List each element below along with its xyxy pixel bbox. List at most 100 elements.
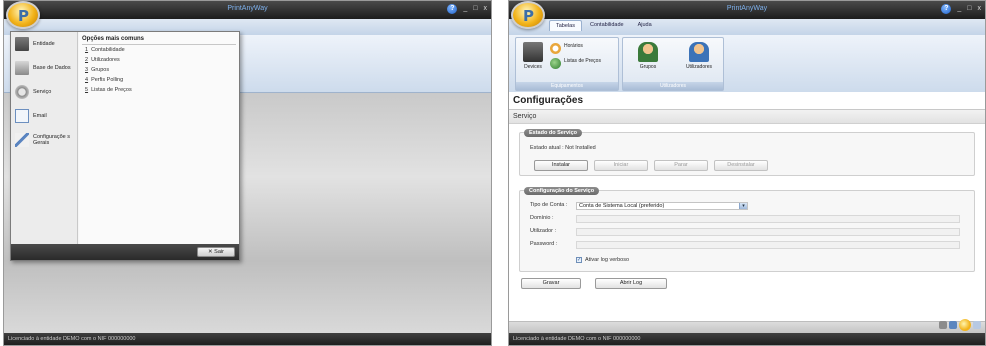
price-list-icon bbox=[550, 58, 561, 69]
panel-title: Estado do Serviço bbox=[524, 129, 582, 137]
install-button[interactable]: Instalar bbox=[534, 160, 588, 171]
recent-title: Opções mais comuns bbox=[82, 36, 236, 45]
service-status-row: Estado atual : Not Installed bbox=[530, 145, 596, 151]
close-button[interactable]: x bbox=[978, 4, 982, 14]
app-menu-item-label: Configuraçõe s Gerais bbox=[33, 134, 70, 146]
start-button[interactable]: Iniciar bbox=[594, 160, 648, 171]
ribbon-group-equipamentos: Devices Horários Listas de Preços Equipa… bbox=[515, 37, 619, 91]
service-state-panel: Estado do Serviço Estado atual : Not Ins… bbox=[519, 129, 975, 176]
panel-title: Configuração do Serviço bbox=[524, 187, 600, 195]
clock-icon bbox=[550, 43, 561, 54]
recent-item-label: Utilizadores bbox=[91, 57, 120, 63]
status-label: Estado atual : bbox=[530, 145, 564, 151]
recent-item[interactable]: 5 Listas de Preços bbox=[79, 85, 239, 95]
open-log-button[interactable]: Abrir Log bbox=[595, 278, 667, 289]
help-icon[interactable]: ? bbox=[447, 4, 458, 14]
recent-item-key: 4 bbox=[85, 77, 89, 83]
app-menu-left-pane: Entidade Base de Dados Serviço Email Con… bbox=[11, 32, 78, 246]
app-window-right: PrintAnyWay ? _ □ x Tabelas Contabilidad… bbox=[508, 0, 986, 346]
title-bar: PrintAnyWay ? _ □ x bbox=[4, 1, 491, 19]
exit-label: Sair bbox=[214, 249, 224, 255]
section-header: Serviço bbox=[509, 110, 985, 124]
recent-item-label: Perfis Polling bbox=[91, 77, 124, 83]
entidade-icon bbox=[15, 37, 29, 51]
tab-ajuda[interactable]: Ajuda bbox=[632, 20, 658, 31]
app-title: PrintAnyWay bbox=[726, 5, 768, 12]
users-button[interactable]: Utilizadores bbox=[679, 42, 719, 70]
app-menu-item-label: Base de Dados bbox=[33, 65, 71, 71]
app-menu-recent-pane: Opções mais comuns 1 Contabilidade 2 Utili… bbox=[79, 32, 239, 246]
app-menu-item-base-de-dados[interactable]: Base de Dados bbox=[11, 56, 77, 80]
application-orb-button[interactable] bbox=[6, 1, 40, 29]
app-menu-item-email[interactable]: Email bbox=[11, 104, 77, 128]
horarios-button[interactable]: Horários bbox=[550, 43, 583, 54]
app-menu-item-entidade[interactable]: Entidade bbox=[11, 32, 77, 56]
tray-icon[interactable] bbox=[973, 321, 981, 329]
groups-label: Grupos bbox=[639, 64, 657, 70]
orb-icon[interactable] bbox=[959, 319, 971, 331]
account-type-value: Conta de Sistema Local (preferido) bbox=[579, 203, 665, 209]
window-controls: ? _ □ x bbox=[941, 4, 981, 14]
account-type-select[interactable]: Conta de Sistema Local (preferido) ▾ bbox=[576, 202, 748, 210]
tray-icon[interactable] bbox=[939, 321, 947, 329]
page-title: Configurações bbox=[509, 92, 985, 110]
domain-field[interactable] bbox=[576, 215, 960, 223]
tab-tabelas[interactable]: Tabelas bbox=[549, 20, 582, 31]
chevron-down-icon: ▾ bbox=[739, 203, 747, 209]
recent-item[interactable]: 4 Perfis Polling bbox=[79, 75, 239, 85]
main-content: Configurações Serviço Estado do Serviço … bbox=[509, 92, 985, 333]
verbose-log-checkbox[interactable]: ✓ Ativar log verboso bbox=[576, 257, 629, 263]
tab-contabilidade[interactable]: Contabilidade bbox=[584, 20, 630, 31]
domain-label: Domínio : bbox=[530, 215, 554, 221]
app-menu-item-label: Email bbox=[33, 113, 47, 119]
exit-button[interactable]: ✕ Sair bbox=[197, 247, 235, 257]
tray-icons bbox=[939, 319, 981, 331]
service-icon bbox=[15, 85, 29, 99]
email-icon bbox=[15, 109, 29, 123]
recent-item[interactable]: 1 Contabilidade bbox=[79, 45, 239, 55]
status-bar: Licenciado à entidade DEMO com o NIF 000… bbox=[509, 333, 985, 345]
groups-button[interactable]: Grupos bbox=[633, 42, 663, 70]
minimize-button[interactable]: _ bbox=[957, 4, 961, 14]
maximize-button[interactable]: □ bbox=[473, 4, 477, 14]
uninstall-button[interactable]: Desinstalar bbox=[714, 160, 768, 171]
verbose-log-label: Ativar log verboso bbox=[585, 257, 630, 263]
recent-item-key: 3 bbox=[85, 67, 89, 73]
stop-button[interactable]: Parar bbox=[654, 160, 708, 171]
close-button[interactable]: x bbox=[484, 4, 488, 14]
ribbon-group-utilizadores: Grupos Utilizadores Utilizadores bbox=[622, 37, 724, 91]
app-menu-item-label: Entidade bbox=[33, 41, 55, 47]
password-field[interactable] bbox=[576, 241, 960, 249]
help-icon[interactable]: ? bbox=[941, 4, 952, 14]
checkbox-checked-icon: ✓ bbox=[576, 257, 582, 263]
app-menu-item-configuracoes[interactable]: Configuraçõe s Gerais bbox=[11, 128, 77, 152]
price-lists-button[interactable]: Listas de Preços bbox=[550, 58, 601, 69]
user-label: Utilizador : bbox=[530, 228, 556, 234]
tray-icon[interactable] bbox=[949, 321, 957, 329]
application-orb-button[interactable] bbox=[511, 1, 545, 29]
horarios-label: Horários bbox=[564, 43, 583, 49]
bottom-toolbar bbox=[509, 321, 985, 333]
devices-button[interactable]: Devices bbox=[518, 42, 548, 70]
app-menu-footer: ✕ Sair bbox=[11, 244, 239, 260]
minimize-button[interactable]: _ bbox=[463, 4, 467, 14]
user-field[interactable] bbox=[576, 228, 960, 236]
app-menu-item-servico[interactable]: Serviço bbox=[11, 80, 77, 104]
application-menu: Entidade Base de Dados Serviço Email Con… bbox=[10, 31, 240, 261]
save-button[interactable]: Gravar bbox=[521, 278, 581, 289]
printer-icon bbox=[523, 42, 543, 62]
database-icon bbox=[15, 61, 29, 75]
recent-item-label: Grupos bbox=[91, 67, 110, 73]
recent-item[interactable]: 3 Grupos bbox=[79, 65, 239, 75]
recent-item-key: 5 bbox=[85, 87, 89, 93]
title-bar: PrintAnyWay ? _ □ x bbox=[509, 1, 985, 19]
window-controls: ? _ □ x bbox=[447, 4, 487, 14]
price-lists-label: Listas de Preços bbox=[564, 58, 601, 64]
ribbon-tabs: Tabelas Contabilidade Ajuda bbox=[549, 20, 658, 31]
maximize-button[interactable]: □ bbox=[967, 4, 971, 14]
status-value: Not Installed bbox=[565, 145, 596, 151]
app-window-left: PrintAnyWay ? _ □ x Entidade Base de Dad… bbox=[3, 0, 492, 346]
recent-item[interactable]: 2 Utilizadores bbox=[79, 55, 239, 65]
group-label: Equipamentos bbox=[516, 82, 618, 90]
group-users-icon bbox=[638, 42, 658, 62]
